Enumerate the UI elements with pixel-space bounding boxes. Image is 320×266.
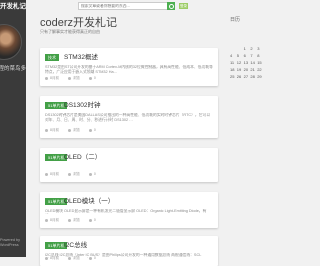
post-title[interactable]: STM32概述 xyxy=(64,54,98,61)
clock-icon xyxy=(45,218,48,222)
author-name[interactable]: 不会编程的菜鸟多 xyxy=(0,64,26,74)
post-views: 浏览 xyxy=(72,218,80,222)
calendar-day[interactable]: 6 xyxy=(244,52,251,59)
post-title[interactable]: OLED模块（一） xyxy=(64,198,114,205)
calendar-day[interactable]: 7 xyxy=(250,52,257,59)
eye-icon xyxy=(67,172,71,176)
post-meta: 8月前 浏览 0 xyxy=(45,218,104,223)
post-comments: 0 xyxy=(93,128,96,132)
calendar-day[interactable]: 3 xyxy=(257,45,264,52)
calendar-row: 25 26 27 28 29 xyxy=(230,73,264,80)
calendar-day[interactable]: 19 xyxy=(237,66,244,73)
calendar-day[interactable]: 25 xyxy=(230,73,237,80)
post-card[interactable]: 51单片机 DS1302时钟 DS1302时钟芯片是美国DALLAS公司推出的一… xyxy=(40,96,218,138)
post-date: 8月前 xyxy=(50,218,59,222)
calendar-day[interactable]: 26 xyxy=(237,73,244,80)
post-comments: 0 xyxy=(93,172,96,176)
calendar-day[interactable]: 27 xyxy=(244,73,251,80)
page-title: coderz开发札记 xyxy=(40,17,118,29)
post-title[interactable]: I2C总线 xyxy=(64,242,87,249)
post-card[interactable]: 51单片机 OLED（二） 8月前 浏览 0 xyxy=(40,148,218,182)
calendar-row: 1 2 3 xyxy=(230,45,264,52)
calendar-day[interactable]: 15 xyxy=(257,59,264,66)
post-excerpt: OLED模块 OLED显示屏是一种有机发光二极管显示屏 OLED：Organic… xyxy=(45,209,207,213)
post-views: 浏览 xyxy=(72,172,80,176)
comment-icon xyxy=(88,76,92,80)
calendar-day[interactable]: 8 xyxy=(257,52,264,59)
eye-icon xyxy=(67,218,71,222)
post-comments: 0 xyxy=(93,76,96,80)
calendar-day[interactable]: 21 xyxy=(250,66,257,73)
calendar-title: 日历 xyxy=(230,17,241,23)
top-bar: 登录 xyxy=(26,0,228,12)
calendar-day[interactable]: 13 xyxy=(244,59,251,66)
post-excerpt: DS1302时钟芯片是美国DALLAS公司推出的一种高性能、低功耗的实时时钟芯片… xyxy=(45,113,211,122)
clock-icon xyxy=(45,172,48,176)
footer-line-2[interactable]: WordPress xyxy=(0,243,26,248)
page-subtitle: 只有了解事实才能获得真正的自由 xyxy=(40,29,100,34)
eye-icon xyxy=(67,128,71,132)
post-date: 8月前 xyxy=(50,76,59,80)
calendar-day[interactable]: 2 xyxy=(250,45,257,52)
calendar-day[interactable]: 18 xyxy=(230,66,237,73)
eye-icon xyxy=(67,76,71,80)
calendar-day[interactable]: 29 xyxy=(257,73,264,80)
calendar-day[interactable]: 4 xyxy=(230,52,237,59)
post-excerpt: STM32是由ST公司开发的基于ARM Cortex-M内核的32位微控制器，具… xyxy=(45,65,213,74)
post-meta: 8月前 浏览 0 xyxy=(45,172,104,177)
calendar-row: 4 5 6 7 8 xyxy=(230,52,264,59)
calendar-day[interactable]: 5 xyxy=(237,52,244,59)
sidebar-footer: Powered by WordPress xyxy=(0,238,26,252)
calendar-day[interactable]: 1 xyxy=(244,45,251,52)
eye-icon xyxy=(67,256,71,260)
right-sidebar: 日历 1 2 3 4 5 6 7 8 11 12 13 14 15 18 19 … xyxy=(228,0,264,257)
comment-icon xyxy=(88,172,92,176)
post-views: 浏览 xyxy=(72,76,80,80)
post-views: 浏览 xyxy=(72,128,80,132)
post-category-tag[interactable]: 技术 xyxy=(45,54,59,61)
login-button[interactable]: 登录 xyxy=(179,3,188,9)
clock-icon xyxy=(45,128,48,132)
calendar-day[interactable]: 14 xyxy=(250,59,257,66)
post-comments: 0 xyxy=(93,218,96,222)
calendar-day[interactable]: 28 xyxy=(250,73,257,80)
calendar-day[interactable]: 11 xyxy=(230,59,237,66)
comment-icon xyxy=(88,218,92,222)
comment-icon xyxy=(88,256,92,260)
calendar-row: 18 19 20 21 22 xyxy=(230,66,264,73)
search-input[interactable] xyxy=(78,2,170,10)
comment-icon xyxy=(88,128,92,132)
site-title[interactable]: coderz开发札记 xyxy=(0,1,26,13)
calendar-day[interactable]: 12 xyxy=(237,59,244,66)
sidebar: coderz开发札记 不会编程的菜鸟多 Powered by WordPress xyxy=(0,0,26,257)
post-meta: 8月前 浏览 0 xyxy=(45,76,104,81)
clock-icon xyxy=(45,76,48,80)
search-icon[interactable] xyxy=(167,2,175,10)
clock-icon xyxy=(45,256,48,260)
post-date: 8月前 xyxy=(50,172,59,176)
post-title[interactable]: DS1302时钟 xyxy=(64,102,101,109)
calendar-day[interactable]: 20 xyxy=(244,66,251,73)
author-avatar[interactable] xyxy=(0,24,22,60)
post-card[interactable]: 51单片机 OLED模块（一） OLED模块 OLED显示屏是一种有机发光二极管… xyxy=(40,192,218,228)
post-date: 8月前 xyxy=(50,128,59,132)
post-meta: 8月前 浏览 0 xyxy=(45,128,104,133)
post-card[interactable]: 技术 STM32概述 STM32是由ST公司开发的基于ARM Cortex-M内… xyxy=(40,48,218,86)
calendar-day[interactable]: 22 xyxy=(257,66,264,73)
calendar-row: 11 12 13 14 15 xyxy=(230,59,264,66)
post-card[interactable]: 51单片机 I2C总线 I2C总线 I2C总线（Inter IC BUS）是由P… xyxy=(40,236,218,266)
post-title[interactable]: OLED（二） xyxy=(64,154,101,161)
calendar-grid: 1 2 3 4 5 6 7 8 11 12 13 14 15 18 19 20 … xyxy=(230,45,264,80)
